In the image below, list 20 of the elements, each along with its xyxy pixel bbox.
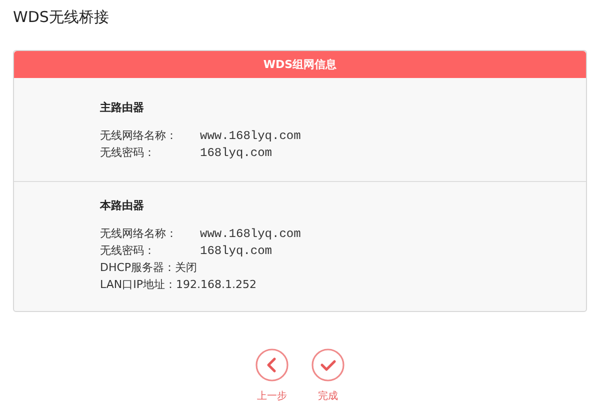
page-title: WDS无线桥接 [13,7,110,28]
field-label: DHCP服务器： [100,260,176,275]
field-label: 无线网络名称： [100,226,178,241]
field-label: 无线密码： [100,243,156,258]
back-button[interactable]: 上一步 [255,348,289,403]
field-label: 无线密码： [100,145,156,160]
chevron-left-icon [255,348,289,382]
field-value: 168lyq.com [200,244,272,258]
panel-header: WDS组网信息 [14,51,586,78]
field-label: 无线网络名称： [100,128,178,143]
field-value: 关闭 [175,260,198,275]
field-value: 192.168.1.252 [176,278,256,291]
section-heading: 主路由器 [100,100,145,115]
field-value: www.168lyq.com [200,128,301,142]
finish-button[interactable]: 完成 [311,348,345,403]
checkmark-icon [311,348,345,382]
field-value: 168lyq.com [200,146,272,160]
field-value: www.168lyq.com [200,226,301,240]
section-heading: 本路由器 [100,198,145,213]
field-label: LAN口IP地址： [100,277,176,292]
